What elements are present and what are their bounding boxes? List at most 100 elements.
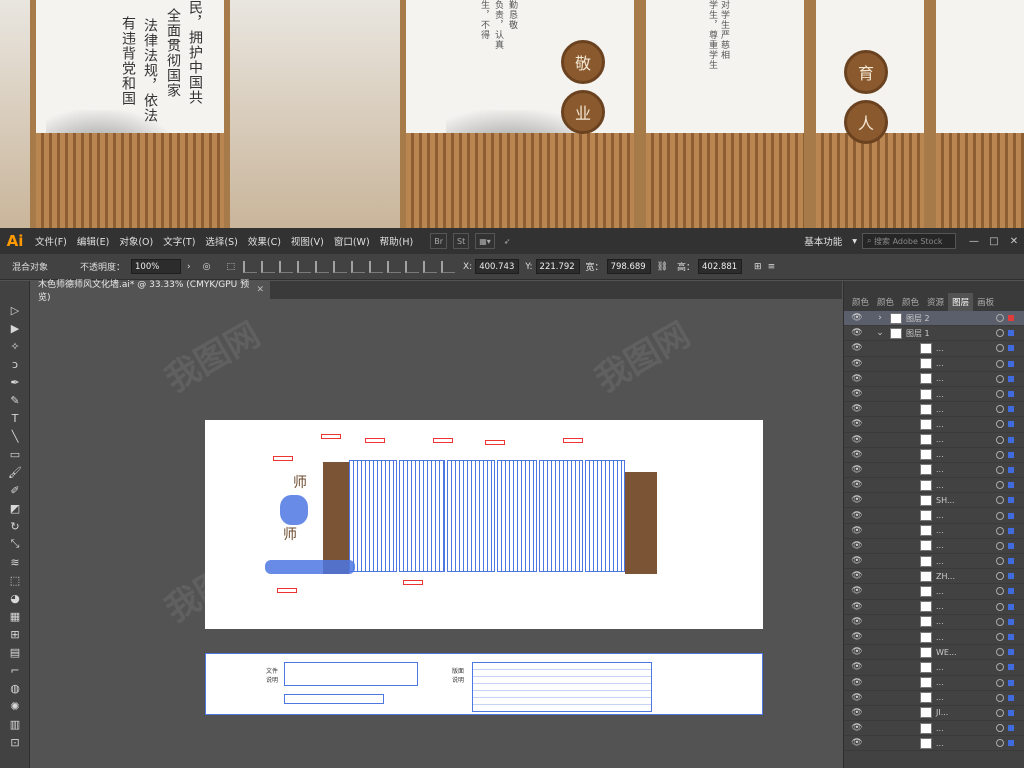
selection-indicator[interactable] [1008,542,1014,549]
graph-tool-icon[interactable]: ▥ [0,715,30,733]
selected-decoration[interactable] [265,560,355,574]
brush-tool-icon[interactable]: 🖌 [0,463,30,481]
free-transform-icon[interactable]: ⬚ [0,571,30,589]
tab-color[interactable]: 颜色 [898,293,923,311]
chevron-right-icon[interactable]: › [870,313,890,323]
distribute-left-icon[interactable] [405,260,419,273]
distribute-bottom-icon[interactable] [387,260,401,273]
sublayer-row[interactable]: 👁... [844,372,1024,387]
sublayer-row[interactable]: 👁... [844,433,1024,448]
selection-indicator[interactable] [1008,421,1014,428]
eye-icon[interactable]: 👁 [844,632,870,642]
selection-indicator[interactable] [1008,512,1014,519]
eye-icon[interactable]: 👁 [844,556,870,566]
eye-icon[interactable]: 👁 [844,526,870,536]
align-top-icon[interactable] [297,260,311,273]
sublayer-row[interactable]: 👁 SH... [844,493,1024,509]
sublayer-row[interactable]: 👁... [844,539,1024,554]
target-icon[interactable] [996,617,1004,626]
target-icon[interactable] [996,511,1004,520]
selected-panel[interactable] [539,460,583,572]
menu-object[interactable]: 对象(O) [114,234,158,248]
selection-indicator[interactable] [1008,740,1014,747]
menu-window[interactable]: 窗口(W) [329,234,375,248]
artboard-1[interactable]: 师 师 [205,420,763,629]
tab-color[interactable]: 颜色 [873,293,898,311]
target-icon[interactable] [996,314,1004,323]
sublayer-row[interactable]: 👁... [844,508,1024,524]
recolor-icon[interactable]: ◎ [203,262,211,272]
menu-select[interactable]: 选择(S) [200,234,242,248]
pen-tool-icon[interactable]: ✒ [0,373,30,391]
sublayer-row[interactable]: 👁... [844,387,1024,403]
selection-indicator[interactable] [1008,406,1014,413]
artboard-tool-icon[interactable]: ⊡ [0,733,30,751]
eye-icon[interactable]: 👁 [844,404,870,414]
eye-icon[interactable]: 👁 [844,465,870,475]
sublayer-row[interactable]: 👁... [844,554,1024,570]
eye-icon[interactable]: 👁 [844,343,870,353]
layer-row[interactable]: 👁 ⌄ 图层 1 [844,326,1024,342]
target-icon[interactable] [996,602,1004,611]
eye-icon[interactable]: 👁 [844,738,870,748]
eye-icon[interactable]: 👁 [844,313,870,323]
target-icon[interactable] [996,435,1004,444]
selection-indicator[interactable] [1008,482,1014,489]
selection-indicator[interactable] [1008,573,1014,580]
eye-icon[interactable]: 👁 [844,450,870,460]
tab-color[interactable]: 颜色 [848,293,873,311]
text-box[interactable] [284,694,384,704]
target-icon[interactable] [996,663,1004,672]
selection-indicator[interactable] [1008,315,1014,322]
selection-indicator[interactable] [1008,527,1014,534]
workspace-switcher[interactable]: 基本功能 [799,234,847,248]
selection-indicator[interactable] [1008,694,1014,701]
selection-indicator[interactable] [1008,649,1014,656]
curvature-tool-icon[interactable]: ✎ [0,391,30,409]
shape-builder-icon[interactable]: ◕ [0,589,30,607]
line-tool-icon[interactable]: ╲ [0,427,30,445]
selection-indicator[interactable] [1008,618,1014,625]
y-input[interactable]: 221.792 [535,259,580,274]
sublayer-row[interactable]: 👁... [844,691,1024,706]
close-tab-icon[interactable]: ✕ [256,285,264,295]
chevron-down-icon[interactable]: ⌄ [870,328,890,338]
eye-icon[interactable]: 👁 [844,571,870,581]
target-icon[interactable] [996,344,1004,353]
eye-icon[interactable]: 👁 [844,435,870,445]
sublayer-row[interactable]: 👁... [844,660,1024,676]
menu-type[interactable]: 文字(T) [158,234,200,248]
selection-indicator[interactable] [1008,634,1014,641]
selected-panel[interactable] [497,460,537,572]
artboard-2[interactable]: 文件说明 版面说明 [205,653,763,715]
align-to-icon[interactable]: ⬚ [226,262,235,272]
sublayer-row[interactable]: 👁... [844,600,1024,615]
selection-indicator[interactable] [1008,345,1014,352]
sublayer-row[interactable]: 👁... [844,615,1024,630]
target-icon[interactable] [996,572,1004,581]
sublayer-row[interactable]: 👁... [844,584,1024,600]
scale-tool-icon[interactable]: ⤡ [0,535,30,553]
target-icon[interactable] [996,541,1004,550]
width-input[interactable]: 798.689 [606,259,651,274]
menu-effect[interactable]: 效果(C) [243,234,286,248]
eye-icon[interactable]: 👁 [844,511,870,521]
symbol-sprayer-icon[interactable]: ✺ [0,697,30,715]
magic-wand-icon[interactable]: ✧ [0,337,30,355]
eye-icon[interactable]: 👁 [844,419,870,429]
selection-indicator[interactable] [1008,725,1014,732]
selection-indicator[interactable] [1008,709,1014,716]
selection-indicator[interactable] [1008,391,1014,398]
align-left-icon[interactable] [243,260,257,273]
target-icon[interactable] [996,359,1004,368]
selection-indicator[interactable] [1008,588,1014,595]
eye-icon[interactable]: 👁 [844,480,870,490]
align-right-icon[interactable] [279,260,293,273]
shaper-tool-icon[interactable]: ✐ [0,481,30,499]
target-icon[interactable] [996,526,1004,535]
sublayer-row[interactable]: 👁... [844,721,1024,737]
eye-icon[interactable]: 👁 [844,602,870,612]
eraser-tool-icon[interactable]: ◩ [0,499,30,517]
type-tool-icon[interactable]: T [0,409,30,427]
tab-artboards[interactable]: 画板 [973,293,998,311]
